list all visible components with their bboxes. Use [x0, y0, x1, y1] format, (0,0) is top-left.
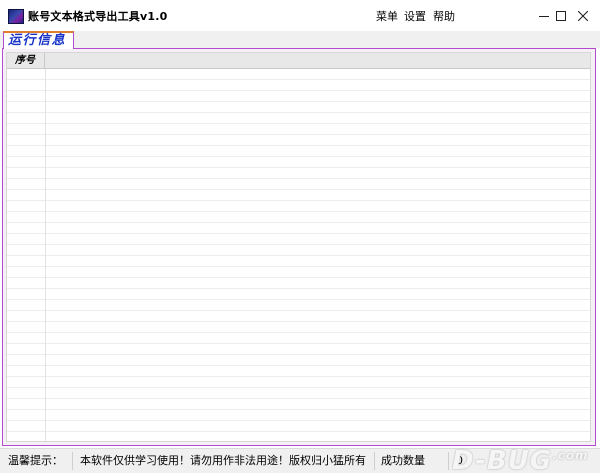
menu-item-menu[interactable]: 菜单 [376, 8, 398, 24]
menu-item-settings[interactable]: 设置 [404, 8, 426, 24]
maximize-icon [556, 10, 566, 21]
minimize-icon [539, 15, 549, 17]
grid-body[interactable] [7, 69, 590, 441]
success-count-label: 成功数量 [381, 454, 425, 467]
title-bar: 账号文本格式导出工具v1.0 菜单 设置 帮助 [0, 0, 600, 31]
grid-header: 序号 [7, 53, 590, 69]
status-divider [374, 452, 375, 470]
column-header-index[interactable]: 序号 [7, 53, 45, 69]
tab-run-info[interactable]: 运行信息 [3, 31, 74, 49]
status-bar: 温馨提示： 本软件仅供学习使用！请勿用作非法用途！版权归小猛所有 成功数量 0 [0, 448, 600, 473]
close-button[interactable] [571, 0, 595, 31]
close-icon [578, 10, 588, 21]
status-divider [448, 452, 449, 470]
status-divider [72, 452, 73, 470]
window-title: 账号文本格式导出工具v1.0 [28, 10, 168, 23]
success-count-value: 0 [456, 454, 463, 467]
status-notice: 本软件仅供学习使用！请勿用作非法用途！版权归小猛所有 [80, 454, 366, 467]
log-grid[interactable]: 序号 [6, 52, 591, 442]
maximize-button[interactable] [549, 0, 573, 31]
status-hint-label: 温馨提示： [8, 454, 63, 467]
column-divider [45, 69, 46, 441]
tab-strip [0, 31, 600, 48]
app-icon [8, 9, 24, 24]
menu-item-help[interactable]: 帮助 [433, 8, 455, 24]
